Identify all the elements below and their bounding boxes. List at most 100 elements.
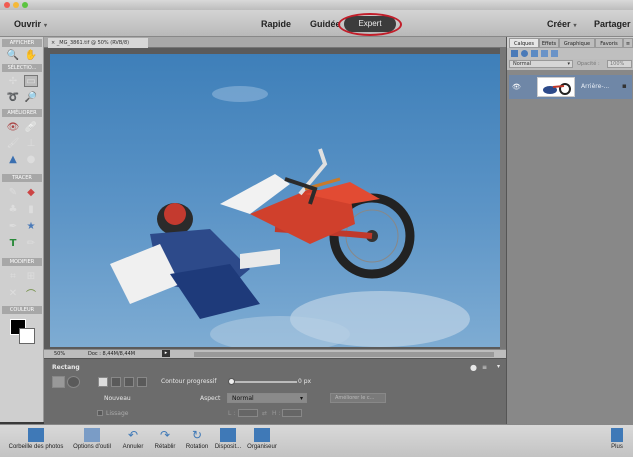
undo-label: Annuler [122, 444, 144, 450]
blend-mode-value: Normal [513, 61, 532, 67]
subtract-selection-icon[interactable] [124, 377, 134, 387]
layout-button[interactable]: Disposit... [213, 428, 243, 450]
rect-marquee-option-icon[interactable] [52, 376, 65, 388]
new-selection-icon[interactable] [98, 377, 108, 387]
refine-edge-button[interactable]: Améliorer le c... [330, 393, 386, 403]
red-eye-tool-icon[interactable]: 👁 [6, 121, 20, 133]
status-menu-arrow-icon[interactable]: ▸ [162, 350, 170, 357]
panel-tabs: Calques Effets Graphique Favoris ≡ [507, 37, 633, 48]
help-icon[interactable]: ● [470, 363, 477, 372]
blur-tool-icon[interactable]: ▲ [6, 153, 20, 165]
section-modify: MODIFIER [2, 258, 42, 266]
spot-healing-tool-icon[interactable]: 🩹 [24, 121, 38, 133]
lock-icon[interactable] [541, 50, 548, 57]
sponge-tool-icon[interactable]: ● [24, 153, 38, 165]
adjustment-layer-icon[interactable] [521, 50, 528, 57]
aspect-label: Aspect [200, 395, 221, 402]
open-label: Ouvrir [14, 19, 42, 29]
new-layer-icon[interactable] [511, 50, 518, 57]
aspect-select-value: Normal [232, 395, 254, 402]
tab-effects[interactable]: Effets [539, 38, 559, 48]
content-aware-move-tool-icon[interactable]: ✕ [6, 287, 20, 299]
recompose-tool-icon[interactable]: ⊞ [24, 270, 38, 282]
undo-button[interactable]: ↶ Annuler [118, 428, 148, 450]
gradient-tool-icon[interactable]: ▮ [24, 203, 38, 215]
tab-layers[interactable]: Calques [509, 38, 539, 48]
rotate-button[interactable]: ↻ Rotation [181, 428, 213, 450]
background-color-swatch[interactable] [19, 328, 35, 344]
layers-panel: Calques Effets Graphique Favoris ≡ Norma… [506, 37, 633, 424]
smoothing-label: Lissage [106, 410, 129, 417]
redo-label: Rétablir [154, 444, 176, 450]
open-menu-button[interactable]: Ouvrir ▾ [14, 19, 47, 29]
zoom-tool-icon[interactable]: 🔍 [6, 49, 20, 61]
zoom-level: 50% [54, 351, 66, 357]
layer-row-background[interactable]: 👁 Arrière-... ▪ [509, 75, 632, 99]
intersect-selection-icon[interactable] [137, 377, 147, 387]
aspect-select[interactable]: Normal ▾ [227, 393, 307, 403]
photo-bin-button[interactable]: Corbeille des photos [6, 428, 66, 450]
more-icon [611, 428, 623, 442]
document-tab[interactable]: × _MG_3861.tif @ 50% (RVB/8) [48, 38, 148, 48]
section-color: COULEUR [2, 306, 42, 314]
layer-tools-row [507, 48, 633, 59]
ellipse-marquee-option-icon[interactable] [67, 376, 80, 388]
organizer-button[interactable]: Organiseur [243, 428, 281, 450]
feather-slider-handle[interactable] [228, 378, 235, 385]
eraser-tool-icon[interactable]: ◆ [24, 186, 38, 198]
smoothing-checkbox[interactable] [97, 410, 103, 416]
mask-icon[interactable] [531, 50, 538, 57]
undo-icon: ↶ [127, 428, 139, 442]
close-window-button[interactable] [4, 2, 10, 8]
document-size-info: Doc : 8,44M/8,44M [88, 351, 136, 357]
lasso-tool-icon[interactable]: ➰ [6, 91, 20, 103]
zoom-window-button[interactable] [22, 2, 28, 8]
chevron-down-icon: ▾ [573, 23, 577, 29]
more-button[interactable]: Plus [605, 428, 629, 450]
custom-shape-tool-icon[interactable]: ★ [24, 220, 38, 232]
height-input[interactable] [282, 409, 302, 417]
photo-bin-icon [28, 428, 44, 442]
bottom-task-bar: Corbeille des photos Options d'outil ↶ A… [0, 424, 633, 457]
photo-canvas[interactable] [50, 54, 500, 347]
straighten-tool-icon[interactable]: ⌒ [24, 287, 38, 301]
tab-graphics[interactable]: Graphique [559, 38, 595, 48]
canvas-horizontal-scrollbar[interactable] [194, 352, 494, 357]
mode-guided-tab[interactable]: Guidée [310, 19, 341, 29]
brush-tool-icon[interactable]: ✎ [6, 186, 20, 198]
quick-selection-tool-icon[interactable]: 🔎 [24, 91, 38, 103]
redo-button[interactable]: ↷ Rétablir [150, 428, 180, 450]
tab-favorites[interactable]: Favoris [595, 38, 623, 48]
smart-brush-tool-icon[interactable]: 🖌 [6, 137, 20, 149]
create-menu-button[interactable]: Créer ▾ [547, 19, 577, 29]
opacity-input[interactable]: 100% [607, 60, 632, 68]
highlight-circle [338, 13, 402, 36]
mode-quick-tab[interactable]: Rapide [261, 19, 291, 29]
organizer-label: Organiseur [247, 444, 277, 450]
minimize-window-button[interactable] [13, 2, 19, 8]
move-tool-icon[interactable]: ✢ [6, 75, 20, 87]
visibility-eye-icon[interactable]: 👁 [512, 83, 521, 91]
panel-menu-icon[interactable]: ≡ [623, 38, 633, 48]
section-select: SÉLECTIO... [2, 64, 42, 72]
clone-stamp-tool-icon[interactable]: ⊥ [24, 137, 38, 149]
section-enhance: AMÉLIORER [2, 109, 42, 117]
trash-icon[interactable] [551, 50, 558, 57]
swap-icon[interactable]: ⇄ [262, 410, 267, 417]
pencil-tool-icon[interactable]: ✏ [24, 237, 38, 249]
blend-mode-select[interactable]: Normal ▾ [509, 60, 573, 68]
tool-options-button[interactable]: Options d'outil [66, 428, 118, 450]
rectangular-marquee-tool-icon[interactable]: ▭ [24, 75, 38, 87]
options-menu-icon[interactable]: ≡ [482, 364, 487, 371]
hand-tool-icon[interactable]: ✋ [24, 49, 38, 61]
text-tool-icon[interactable]: T [6, 237, 20, 249]
share-menu-button[interactable]: Partager▾ [594, 19, 633, 29]
collapse-options-icon[interactable]: ▾ [497, 363, 500, 370]
color-picker-tool-icon[interactable]: ✒ [6, 220, 20, 232]
feather-slider-track[interactable] [229, 381, 297, 383]
paint-bucket-tool-icon[interactable]: ♣ [6, 203, 20, 215]
canvas-area[interactable] [44, 48, 506, 349]
width-input[interactable] [238, 409, 258, 417]
add-selection-icon[interactable] [111, 377, 121, 387]
crop-tool-icon[interactable]: ⌗ [6, 270, 20, 282]
